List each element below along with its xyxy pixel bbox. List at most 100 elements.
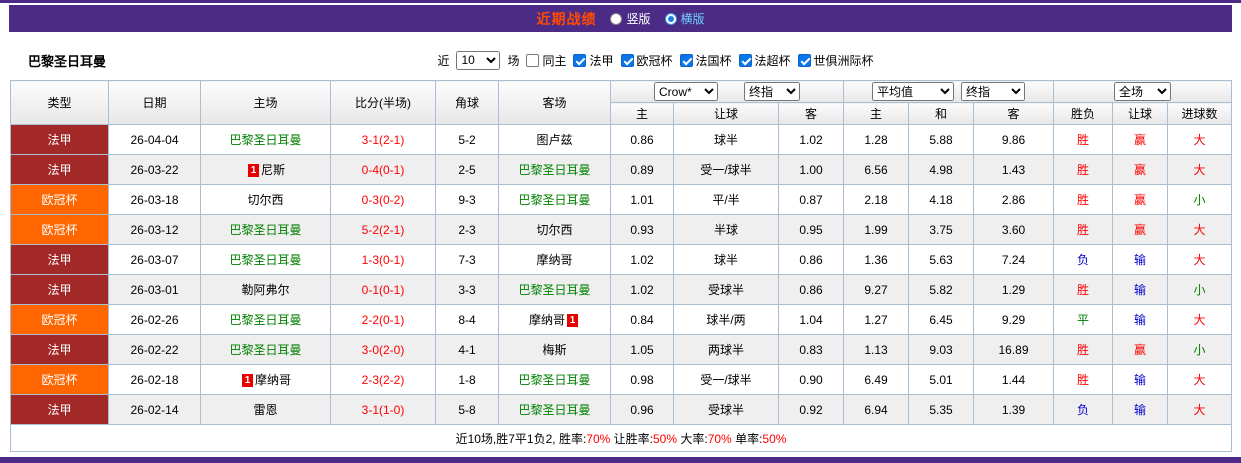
result-cell: 胜 bbox=[1053, 364, 1114, 395]
asia-away-odds-cell: 0.86 bbox=[778, 244, 844, 275]
league-filter-checkbox-4[interactable]: 法超杯 bbox=[738, 52, 791, 69]
radio-label: 竖版 bbox=[626, 12, 651, 26]
date-cell: 26-03-12 bbox=[108, 214, 201, 245]
goals-cell: 小 bbox=[1167, 334, 1233, 365]
checkbox-icon bbox=[573, 53, 587, 67]
summary-text: 近10场,胜7平1负2, 胜率: bbox=[455, 431, 587, 446]
subheader-europe-draw: 和 bbox=[908, 102, 974, 125]
league-cell: 法甲 bbox=[10, 154, 109, 185]
away-team-cell: 图卢兹 bbox=[498, 124, 611, 155]
corner-cell: 8-4 bbox=[435, 304, 499, 335]
subheader-europe-away: 客 bbox=[972, 102, 1055, 125]
subheader-asia-away: 客 bbox=[778, 102, 844, 125]
checkbox-label: 世俱洲际杯 bbox=[813, 53, 874, 68]
match-row: 法甲 26-02-14 雷恩 3-1(1-0) 5-8 巴黎圣日耳曼 0.96 受球半 0.92… bbox=[10, 394, 1233, 425]
result-cell: 胜 bbox=[1053, 184, 1114, 215]
handicap-result-cell: 赢 bbox=[1112, 124, 1169, 155]
summary-value: 50% bbox=[653, 431, 678, 446]
fulltime-scope-select[interactable]: 全场 bbox=[1114, 82, 1172, 101]
league-cell: 法甲 bbox=[10, 334, 109, 365]
summary-text: 单率: bbox=[731, 431, 763, 446]
layout-radio-0[interactable]: 竖版 bbox=[610, 10, 651, 27]
europe-draw-odds-cell: 5.88 bbox=[908, 124, 974, 155]
asia-home-odds-cell: 0.89 bbox=[610, 154, 674, 185]
date-cell: 26-02-22 bbox=[108, 334, 201, 365]
team-name-text: 摩纳哥 bbox=[528, 313, 565, 327]
team-name: 巴黎圣日耳曼 bbox=[28, 53, 107, 69]
team-name-text: 巴黎圣日耳曼 bbox=[518, 163, 591, 177]
asia-home-odds-cell: 1.02 bbox=[610, 274, 674, 305]
corner-cell: 1-8 bbox=[435, 364, 499, 395]
europe-away-odds-cell: 1.43 bbox=[972, 154, 1055, 185]
europe-draw-odds-cell: 5.82 bbox=[908, 274, 974, 305]
red-card-badge: 1 bbox=[247, 164, 259, 177]
europe-away-odds-cell: 2.86 bbox=[972, 184, 1055, 215]
team-name-text: 梅斯 bbox=[542, 343, 567, 357]
red-card-badge: 1 bbox=[241, 374, 253, 387]
result-cell: 负 bbox=[1053, 244, 1114, 275]
goals-cell: 大 bbox=[1167, 304, 1233, 335]
checkbox-icon bbox=[797, 53, 811, 67]
subheader-asia-handicap: 让球 bbox=[673, 102, 779, 125]
subheader-result: 胜负 bbox=[1053, 102, 1114, 125]
goals-cell: 大 bbox=[1167, 154, 1233, 185]
asia-handicap-cell: 受一/球半 bbox=[673, 154, 779, 185]
league-filter-checkbox-1[interactable]: 法甲 bbox=[573, 52, 614, 69]
section-title: 近期战绩 bbox=[536, 10, 597, 27]
checkbox-label: 欧冠杯 bbox=[636, 53, 673, 68]
subheader-handicap-result: 让球 bbox=[1112, 102, 1169, 125]
handicap-result-cell: 输 bbox=[1112, 394, 1169, 425]
corner-cell: 4-1 bbox=[435, 334, 499, 365]
europe-away-odds-cell: 1.29 bbox=[972, 274, 1055, 305]
home-team-cell: 巴黎圣日耳曼 bbox=[200, 334, 331, 365]
europe-away-odds-cell: 1.39 bbox=[972, 394, 1055, 425]
league-filter-checkbox-5[interactable]: 世俱洲际杯 bbox=[797, 52, 874, 69]
header-asia-odds-group: Crow* 终指 bbox=[610, 80, 844, 103]
europe-home-odds-cell: 1.99 bbox=[843, 214, 909, 245]
europe-away-odds-cell: 7.24 bbox=[972, 244, 1055, 275]
date-cell: 26-02-18 bbox=[108, 364, 201, 395]
radio-label: 横版 bbox=[680, 12, 705, 26]
europe-draw-odds-cell: 6.45 bbox=[908, 304, 974, 335]
europe-average-select[interactable]: 平均值 bbox=[872, 82, 954, 101]
date-cell: 26-02-14 bbox=[108, 394, 201, 425]
col-header-date: 日期 bbox=[108, 80, 201, 125]
team-name-text: 切尔西 bbox=[247, 193, 284, 207]
match-count-select[interactable]: 10 bbox=[456, 50, 501, 70]
match-row: 法甲 26-02-22 巴黎圣日耳曼 3-0(2-0) 4-1 梅斯 1.05 两球半 0.83… bbox=[10, 334, 1233, 365]
match-row: 法甲 26-04-04 巴黎圣日耳曼 3-1(2-1) 5-2 图卢兹 0.86 球半 1.02… bbox=[10, 124, 1233, 155]
europe-final-index-select[interactable]: 终指 bbox=[961, 82, 1025, 101]
europe-home-odds-cell: 1.36 bbox=[843, 244, 909, 275]
league-filter-checkbox-3[interactable]: 法国杯 bbox=[679, 52, 732, 69]
asia-away-odds-cell: 1.00 bbox=[778, 154, 844, 185]
handicap-result-cell: 输 bbox=[1112, 364, 1169, 395]
home-team-cell: 切尔西 bbox=[200, 184, 331, 215]
europe-draw-odds-cell: 5.63 bbox=[908, 244, 974, 275]
corner-cell: 5-2 bbox=[435, 124, 499, 155]
asia-home-odds-cell: 0.86 bbox=[610, 124, 674, 155]
goals-cell: 大 bbox=[1167, 364, 1233, 395]
asia-home-odds-cell: 1.02 bbox=[610, 244, 674, 275]
away-team-cell: 梅斯 bbox=[498, 334, 611, 365]
asia-final-index-select[interactable]: 终指 bbox=[744, 82, 800, 101]
league-filter-checkbox-2[interactable]: 欧冠杯 bbox=[620, 52, 673, 69]
handicap-result-cell: 输 bbox=[1112, 244, 1169, 275]
league-cell: 欧冠杯 bbox=[10, 364, 109, 395]
away-team-cell: 切尔西 bbox=[498, 214, 611, 245]
away-team-cell: 摩纳哥 bbox=[498, 244, 611, 275]
league-filter-checkbox-0[interactable]: 同主 bbox=[526, 52, 566, 69]
top-border bbox=[0, 0, 1241, 3]
asia-away-odds-cell: 1.04 bbox=[778, 304, 844, 335]
asia-away-odds-cell: 0.83 bbox=[778, 334, 844, 365]
result-cell: 胜 bbox=[1053, 334, 1114, 365]
corner-cell: 2-5 bbox=[435, 154, 499, 185]
team-name-text: 图卢兹 bbox=[536, 133, 573, 147]
header-bar: 近期战绩 竖版 横版 bbox=[9, 5, 1232, 32]
layout-radio-1[interactable]: 横版 bbox=[664, 10, 705, 27]
europe-away-odds-cell: 9.29 bbox=[972, 304, 1055, 335]
asia-away-odds-cell: 0.95 bbox=[778, 214, 844, 245]
date-cell: 26-03-01 bbox=[108, 274, 201, 305]
col-header-away: 客场 bbox=[498, 80, 611, 125]
score-cell: 1-3(0-1) bbox=[330, 244, 436, 275]
bookmaker-select[interactable]: Crow* bbox=[654, 82, 718, 101]
